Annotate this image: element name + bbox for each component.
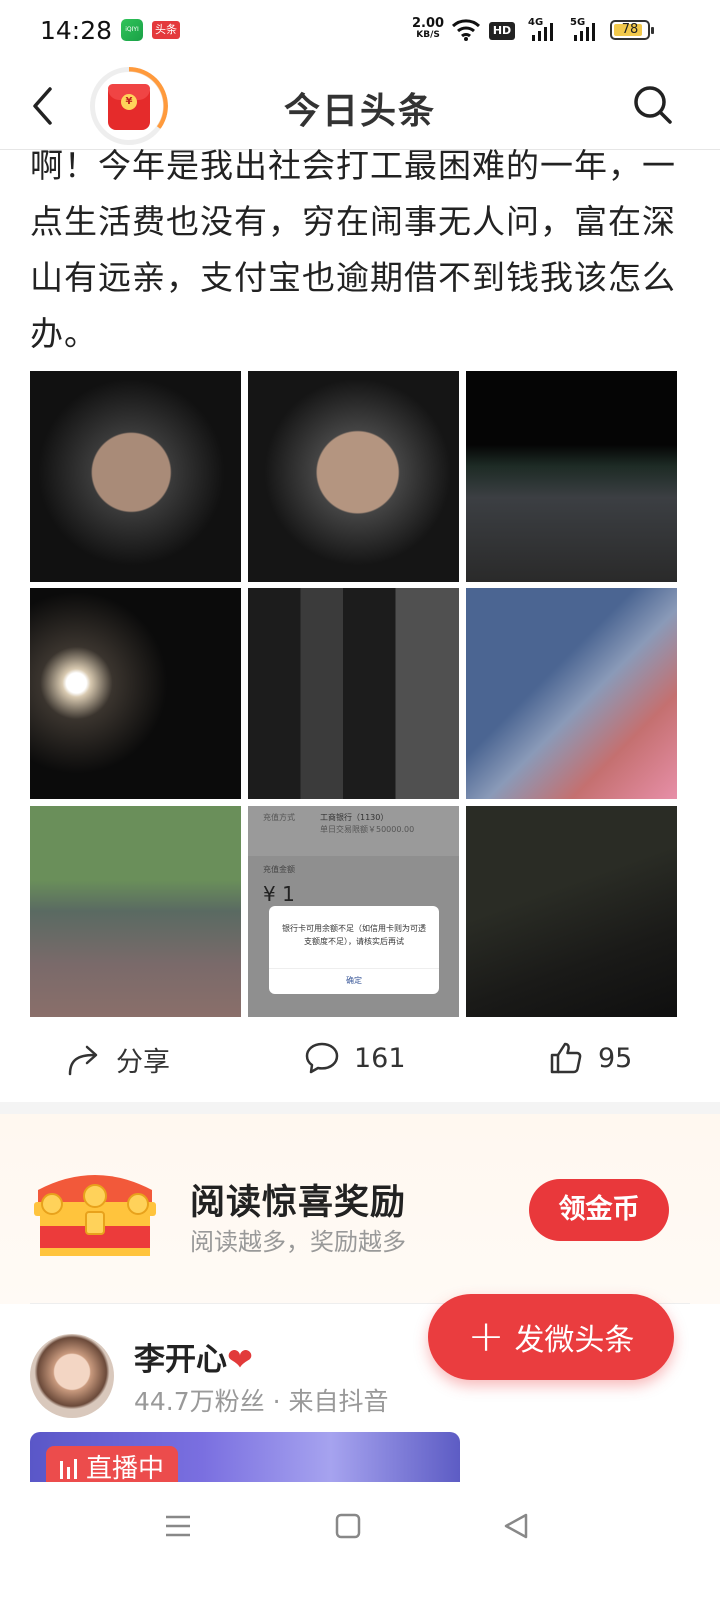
reading-reward-banner[interactable]: 阅读惊喜奖励 阅读越多，奖励越多 领金币 (0, 1114, 720, 1304)
status-bar: 14:28 iQIYI 头条 2.00 KB/S HD 4G 5G 78 (0, 0, 720, 62)
post-image-payment-screenshot[interactable]: 充值方式 工商银行（1130） 单日交易限额￥50000.00 充值金额 ¥ 1… (248, 806, 459, 1017)
back-icon[interactable] (30, 86, 56, 126)
network-speed-value: 2.00 (412, 16, 445, 31)
red-packet-coin: ¥ (121, 94, 137, 110)
post-image-park-swing[interactable] (30, 806, 241, 1017)
battery-icon: 78 (610, 20, 654, 40)
post-image-selfie-1[interactable] (30, 371, 241, 582)
red-envelope-icon: ¥ (108, 84, 150, 130)
payment-error-dialog: 银行卡可用余额不足（如信用卡则为可透支额度不足），请核实后再试 确定 (269, 906, 439, 994)
payment-bank: 工商银行（1130） (320, 813, 389, 822)
post-text: 啊！今年是我出社会打工最困难的一年，一点生活费也没有，穷在闹事无人问，富在深山有… (30, 146, 676, 353)
toutiao-app-icon: 头条 (152, 21, 180, 39)
treasure-chest-icon (34, 1175, 156, 1256)
comment-button[interactable]: 161 (304, 1040, 406, 1076)
like-count: 95 (598, 1042, 633, 1074)
post-image-selfie-2[interactable] (248, 371, 459, 582)
back-nav-icon[interactable] (502, 1512, 530, 1540)
claim-coins-button[interactable]: 领金币 (529, 1179, 669, 1241)
post-image-street-light[interactable] (30, 588, 241, 799)
avatar[interactable] (30, 1334, 114, 1418)
section-separator (0, 1102, 720, 1114)
post-image-dark-bench[interactable] (466, 806, 677, 1017)
menu-icon[interactable] (164, 1512, 192, 1540)
author-name[interactable]: 李开心❤ (134, 1334, 253, 1379)
payment-amount: ¥ 1 (263, 882, 295, 906)
post-image-night-street[interactable] (466, 371, 677, 582)
like-button[interactable]: 95 (548, 1040, 632, 1076)
comment-icon (305, 1042, 339, 1074)
red-packet-timer-button[interactable]: ¥ (90, 67, 168, 145)
search-icon[interactable] (632, 84, 674, 126)
payment-amount-label: 充值金额 (263, 865, 295, 874)
payment-limit: 单日交易限额￥50000.00 (320, 825, 415, 834)
payment-method-label: 充值方式 (263, 813, 295, 822)
hd-voice-badge: HD (489, 22, 515, 40)
network-speed: 2.00 KB/S (412, 17, 444, 41)
author-meta: 44.7万粉丝 · 来自抖音 (134, 1387, 389, 1416)
reward-title: 阅读惊喜奖励 (190, 1183, 407, 1223)
payment-dialog-ok: 确定 (269, 968, 439, 986)
author-name-text: 李开心 (134, 1342, 227, 1378)
plus-icon: + (467, 1311, 505, 1362)
top-nav-bar: 今日头条 ¥ (0, 62, 720, 150)
wifi-icon (451, 19, 481, 41)
post-micro-toutiao-button[interactable]: + 发微头条 (428, 1294, 674, 1380)
battery-level: 78 (621, 22, 639, 37)
share-icon (68, 1045, 98, 1075)
heart-icon: ❤ (227, 1342, 253, 1378)
comment-count: 161 (354, 1042, 406, 1074)
system-navigation-bar (0, 1482, 720, 1600)
payment-error-message: 银行卡可用余额不足（如信用卡则为可透支额度不足），请核实后再试 (282, 924, 426, 946)
reward-subtitle: 阅读越多，奖励越多 (190, 1228, 406, 1256)
live-bars-icon (60, 1459, 77, 1479)
share-button[interactable]: 分享 (66, 1040, 170, 1079)
post-image-bedding-bag[interactable] (466, 588, 677, 799)
status-time: 14:28 (40, 16, 113, 45)
post-actions: 分享 161 95 (0, 1030, 720, 1092)
home-icon[interactable] (334, 1512, 362, 1540)
post-image-grid: 充值方式 工商银行（1130） 单日交易限额￥50000.00 充值金额 ¥ 1… (30, 371, 677, 1017)
thumbs-up-icon (550, 1042, 582, 1074)
iqiyi-app-icon: iQIYI (121, 19, 143, 41)
network-speed-unit: KB/S (416, 30, 440, 40)
post-image-tree-road[interactable] (248, 588, 459, 799)
fab-label: 发微头条 (514, 1323, 635, 1358)
share-label: 分享 (116, 1047, 170, 1078)
